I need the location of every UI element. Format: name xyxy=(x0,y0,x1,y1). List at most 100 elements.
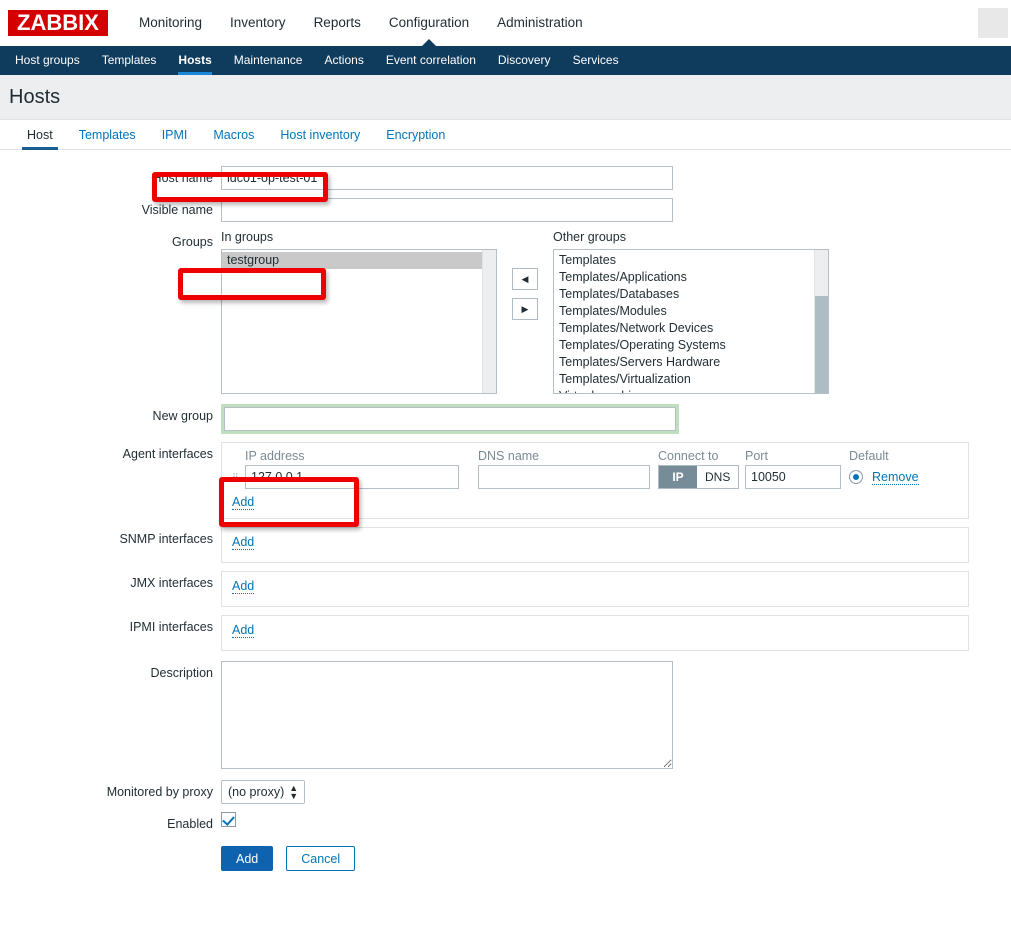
tab-ipmi[interactable]: IPMI xyxy=(149,128,201,149)
connect-to-header: Connect to xyxy=(658,449,719,463)
enabled-checkbox[interactable] xyxy=(221,812,236,828)
other-groups-option[interactable]: Virtual machines xyxy=(554,388,828,393)
connect-to-option-dns[interactable]: DNS xyxy=(697,466,739,488)
tab-host[interactable]: Host xyxy=(14,128,66,150)
other-groups-option[interactable]: Templates/Servers Hardware xyxy=(554,354,828,371)
ipmi-interfaces-panel: Add xyxy=(221,615,969,651)
sub-nav-item-event-correlation[interactable]: Event correlation xyxy=(375,46,487,75)
row-host-name: Host name xyxy=(0,166,1011,190)
row-snmp-interfaces: SNMP interfaces Add xyxy=(0,527,1011,563)
default-header: Default xyxy=(849,449,889,463)
ip-address-header: IP address xyxy=(245,449,305,463)
main-nav-item-monitoring[interactable]: Monitoring xyxy=(125,0,216,46)
monitored-by-proxy-label: Monitored by proxy xyxy=(106,785,213,799)
sub-nav-item-services[interactable]: Services xyxy=(562,46,630,75)
agent-ip-address-input[interactable] xyxy=(245,465,459,489)
agent-dns-name-input[interactable] xyxy=(478,465,650,489)
chevron-updown-icon: ▲ ▼ xyxy=(289,783,299,801)
dns-name-header: DNS name xyxy=(478,449,540,463)
agent-interfaces-label: Agent interfaces xyxy=(122,447,213,461)
page-title: Hosts xyxy=(9,85,61,108)
tab-host-inventory[interactable]: Host inventory xyxy=(267,128,373,149)
zabbix-logo[interactable]: ZABBIX xyxy=(8,10,108,36)
in-groups-column: In groups testgroup xyxy=(221,230,497,394)
sub-nav-item-maintenance[interactable]: Maintenance xyxy=(223,46,314,75)
connect-to-toggle: IP DNS xyxy=(658,465,740,489)
connect-to-option-ip[interactable]: IP xyxy=(659,466,697,488)
row-jmx-interfaces: JMX interfaces Add xyxy=(0,571,1011,607)
sub-nav-item-actions[interactable]: Actions xyxy=(313,46,374,75)
move-right-button[interactable]: ▶ xyxy=(512,298,538,320)
jmx-interface-add-link[interactable]: Add xyxy=(232,579,255,594)
ipmi-interfaces-label: IPMI interfaces xyxy=(129,620,213,634)
tab-macros[interactable]: Macros xyxy=(200,128,267,149)
snmp-interfaces-panel: Add xyxy=(221,527,969,563)
new-group-input[interactable] xyxy=(224,407,676,431)
other-groups-column: Other groups Templates Templates/Applica… xyxy=(553,230,829,394)
in-groups-option[interactable]: testgroup xyxy=(222,252,496,269)
tab-templates[interactable]: Templates xyxy=(66,128,149,149)
other-groups-option[interactable]: Templates/Databases xyxy=(554,286,828,303)
agent-interface-header-row: IP address DNS name Connect to Port Defa… xyxy=(232,449,958,463)
other-groups-option[interactable]: Templates/Network Devices xyxy=(554,320,828,337)
snmp-interfaces-label: SNMP interfaces xyxy=(119,532,213,546)
new-group-label: New group xyxy=(152,409,213,423)
agent-interfaces-panel: IP address DNS name Connect to Port Defa… xyxy=(221,442,969,519)
other-groups-option[interactable]: Templates/Modules xyxy=(554,303,828,320)
visible-name-input[interactable] xyxy=(221,198,673,222)
main-nav-item-inventory[interactable]: Inventory xyxy=(216,0,300,46)
row-ipmi-interfaces: IPMI interfaces Add xyxy=(0,615,1011,651)
visible-name-label: Visible name xyxy=(141,203,213,217)
agent-interface-remove-link[interactable]: Remove xyxy=(872,470,919,485)
row-new-group: New group xyxy=(0,404,1011,434)
row-enabled: Enabled xyxy=(0,812,1011,836)
sub-nav-item-hosts[interactable]: Hosts xyxy=(167,46,222,75)
main-nav-item-reports[interactable]: Reports xyxy=(300,0,375,46)
port-header: Port xyxy=(745,449,768,463)
add-button[interactable]: Add xyxy=(221,846,274,871)
host-form: Host name Visible name Groups In groups … xyxy=(0,150,1011,871)
enabled-label: Enabled xyxy=(167,817,213,831)
other-groups-option[interactable]: Templates xyxy=(554,252,828,269)
description-textarea[interactable] xyxy=(221,661,673,769)
other-groups-listbox[interactable]: Templates Templates/Applications Templat… xyxy=(553,249,829,394)
main-nav-item-administration[interactable]: Administration xyxy=(483,0,597,46)
agent-default-radio[interactable] xyxy=(849,470,863,484)
ipmi-interface-add-link[interactable]: Add xyxy=(232,623,255,638)
row-groups: Groups In groups testgroup ◀ ▶ Other gro… xyxy=(0,230,1011,394)
jmx-interfaces-label: JMX interfaces xyxy=(130,576,213,590)
cancel-button[interactable]: Cancel xyxy=(286,846,356,871)
other-groups-option[interactable]: Templates/Virtualization xyxy=(554,371,828,388)
in-groups-caption: In groups xyxy=(221,230,274,244)
new-group-highlight xyxy=(221,404,679,434)
monitored-by-proxy-value: (no proxy) xyxy=(228,785,285,799)
sub-navigation: Host groups Templates Hosts Maintenance … xyxy=(0,46,1011,75)
other-groups-scrollbar[interactable] xyxy=(814,250,828,393)
main-nav-item-configuration[interactable]: Configuration xyxy=(375,0,483,47)
page-header: Hosts xyxy=(0,75,1011,120)
sub-nav-item-host-groups[interactable]: Host groups xyxy=(4,46,91,75)
monitored-by-proxy-select[interactable]: (no proxy) ▲ ▼ xyxy=(221,780,306,804)
user-profile-button[interactable] xyxy=(978,8,1008,38)
host-name-label: Host name xyxy=(152,171,213,185)
row-description: Description xyxy=(0,661,1011,772)
sub-nav-item-discovery[interactable]: Discovery xyxy=(487,46,562,75)
drag-handle-icon[interactable]: ⣿ xyxy=(232,473,245,482)
other-groups-option[interactable]: Templates/Operating Systems xyxy=(554,337,828,354)
row-agent-interfaces: Agent interfaces IP address DNS name Con… xyxy=(0,442,1011,519)
in-groups-scrollbar[interactable] xyxy=(482,250,496,393)
snmp-interface-add-link[interactable]: Add xyxy=(232,535,255,550)
group-transfer-controls: ◀ ▶ xyxy=(497,230,553,320)
sub-nav-item-templates[interactable]: Templates xyxy=(91,46,168,75)
agent-interface-add-link[interactable]: Add xyxy=(232,495,255,510)
tab-encryption[interactable]: Encryption xyxy=(373,128,458,149)
other-groups-option[interactable]: Templates/Applications xyxy=(554,269,828,286)
row-monitored-by-proxy: Monitored by proxy (no proxy) ▲ ▼ xyxy=(0,780,1011,804)
move-left-button[interactable]: ◀ xyxy=(512,268,538,290)
agent-interface-row: ⣿ IP DNS xyxy=(232,465,958,489)
host-name-input[interactable] xyxy=(221,166,673,190)
in-groups-listbox[interactable]: testgroup xyxy=(221,249,497,394)
row-visible-name: Visible name xyxy=(0,198,1011,222)
form-tab-bar: Host Templates IPMI Macros Host inventor… xyxy=(0,120,1011,150)
agent-port-input[interactable] xyxy=(745,465,841,489)
